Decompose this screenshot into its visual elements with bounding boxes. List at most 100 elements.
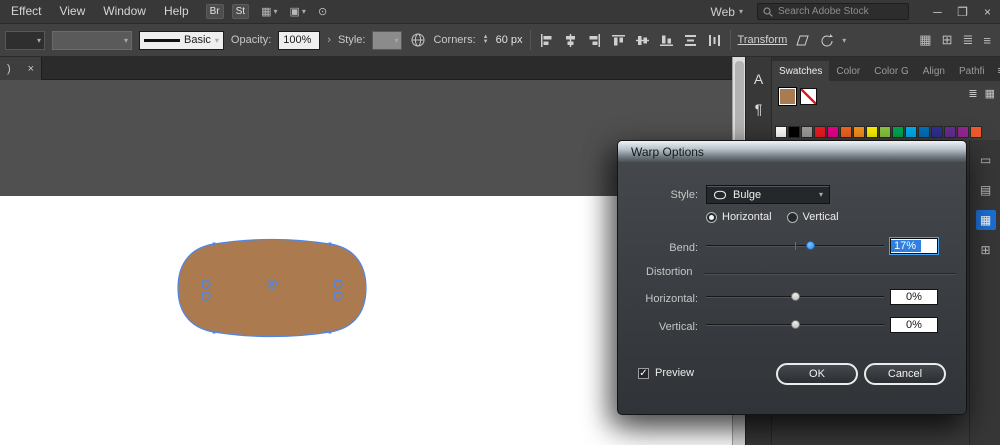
horizontal-distortion-handle[interactable] — [791, 292, 800, 301]
graphic-style-dropdown[interactable]: ▾ — [372, 30, 403, 50]
menu-view[interactable]: View — [50, 0, 94, 23]
align-top-icon[interactable] — [610, 32, 627, 49]
swatch[interactable] — [775, 126, 787, 138]
menu-help[interactable]: Help — [155, 0, 198, 23]
shape-grid-icon[interactable]: ▦ — [919, 32, 931, 48]
close-tab-icon[interactable]: × — [28, 63, 34, 75]
swatch[interactable] — [853, 126, 865, 138]
document-tab[interactable]: ) × — [0, 57, 42, 80]
list-view-icon[interactable]: ≣ — [968, 87, 977, 100]
artboards-panel-icon[interactable]: ▭ — [976, 150, 996, 170]
chevron-down-icon[interactable]: ▾ — [842, 36, 846, 45]
grid-view-icon[interactable]: ▦ — [985, 87, 995, 100]
swatch[interactable] — [827, 126, 839, 138]
cancel-button[interactable]: Cancel — [864, 363, 946, 385]
swatch[interactable] — [905, 126, 917, 138]
chevron-down-icon: ▾ — [214, 35, 219, 45]
isolate-icon[interactable]: ⊞ — [942, 32, 953, 48]
stacking-icon[interactable]: ≣ — [963, 32, 974, 48]
bend-label: Bend: — [669, 242, 698, 254]
minimize-button[interactable]: ─ — [925, 0, 950, 24]
bridge-icon[interactable]: Br — [205, 4, 224, 19]
swatch[interactable] — [801, 126, 813, 138]
opacity-label[interactable]: Opacity: — [231, 34, 271, 46]
bend-value-field[interactable]: 17% — [890, 238, 938, 254]
document-setup-globe-icon[interactable] — [409, 32, 426, 49]
menu-effect[interactable]: Effect — [2, 0, 50, 23]
fill-preview-dropdown[interactable]: ▾ — [52, 30, 132, 50]
distribute-horizontal-icon[interactable] — [706, 32, 723, 49]
corners-stepper[interactable]: ▲ ▼ — [483, 34, 489, 45]
swatch[interactable] — [879, 126, 891, 138]
search-input[interactable]: Search Adobe Stock — [757, 3, 909, 20]
corners-value[interactable]: 60 px — [496, 34, 523, 46]
selected-bulge-shape[interactable] — [170, 234, 374, 342]
panel-menu-icon[interactable]: ≡ — [983, 33, 991, 48]
vertical-distortion-slider[interactable] — [706, 317, 884, 333]
layers-panel-icon[interactable]: ▤ — [976, 180, 996, 200]
distortion-label: Distortion — [646, 266, 693, 278]
align-bottom-icon[interactable] — [658, 32, 675, 49]
swatch[interactable] — [931, 126, 943, 138]
arrange-documents-icon[interactable]: ▦ ▾ — [261, 5, 277, 18]
preview-checkbox-row[interactable]: ✓ Preview — [638, 367, 694, 379]
variable-width-dropdown[interactable]: ▾ — [5, 30, 45, 50]
brush-definition-dropdown[interactable]: Basic ▾ — [139, 30, 224, 50]
tab-color-guide[interactable]: Color G — [867, 61, 915, 81]
horizontal-radio[interactable]: Horizontal — [706, 211, 772, 223]
swatch[interactable] — [944, 126, 956, 138]
swatch[interactable] — [840, 126, 852, 138]
restore-button[interactable]: ❐ — [950, 0, 975, 24]
distribute-vertical-icon[interactable] — [682, 32, 699, 49]
gpu-performance-icon[interactable]: ⊙ — [318, 5, 327, 18]
vertical-distortion-field[interactable]: 0% — [890, 317, 938, 333]
align-left-icon[interactable] — [538, 32, 555, 49]
horizontal-distortion-field[interactable]: 0% — [890, 289, 938, 305]
swatch[interactable] — [970, 126, 982, 138]
close-button[interactable]: × — [975, 0, 1000, 24]
swatch[interactable] — [866, 126, 878, 138]
screen-mode-icon[interactable]: ▣ ▾ — [290, 5, 306, 18]
workspace-switcher[interactable]: Web ▾ — [711, 5, 743, 19]
align-right-icon[interactable] — [586, 32, 603, 49]
tab-align[interactable]: Align — [916, 61, 952, 81]
swatch[interactable] — [814, 126, 826, 138]
align-horizontal-center-icon[interactable] — [562, 32, 579, 49]
opacity-value-dropdown[interactable]: 100% — [278, 30, 321, 50]
libraries-panel-icon[interactable]: ▦ — [975, 210, 996, 230]
asset-export-panel-icon[interactable]: ⊞ — [976, 240, 996, 260]
horizontal-distortion-slider[interactable] — [706, 289, 884, 305]
bend-slider-handle[interactable] — [806, 241, 816, 250]
corners-label[interactable]: Corners: — [433, 34, 475, 46]
none-swatch[interactable] — [800, 88, 817, 105]
document-tab-label: ) — [7, 62, 11, 75]
preview-checkbox[interactable]: ✓ — [638, 367, 649, 379]
rotate-icon[interactable] — [818, 32, 835, 49]
swatch[interactable] — [957, 126, 969, 138]
current-fill-swatch[interactable] — [779, 88, 796, 105]
stock-icon[interactable]: St — [231, 4, 250, 19]
vertical-distortion-handle[interactable] — [791, 320, 800, 329]
tab-pathfinder[interactable]: Pathfi — [952, 61, 992, 81]
ok-button[interactable]: OK — [776, 363, 858, 385]
dialog-title-bar[interactable]: Warp Options — [618, 141, 966, 162]
shear-icon[interactable] — [794, 32, 811, 49]
vertical-radio[interactable]: Vertical — [786, 211, 839, 223]
swatch[interactable] — [788, 126, 800, 138]
tab-color[interactable]: Color — [829, 61, 867, 81]
vertical-radio-label: Vertical — [802, 211, 839, 223]
character-panel-icon[interactable]: A — [746, 71, 771, 87]
menu-window[interactable]: Window — [94, 0, 155, 23]
swatch[interactable] — [918, 126, 930, 138]
horizontal-radio-label: Horizontal — [722, 211, 772, 223]
swatch[interactable] — [892, 126, 904, 138]
paragraph-panel-icon[interactable]: ¶ — [746, 101, 771, 117]
expand-arrow-icon[interactable]: › — [327, 34, 331, 46]
panel-menu-icon[interactable]: ≡ — [992, 65, 1000, 81]
transform-link[interactable]: Transform — [738, 34, 788, 46]
bend-slider[interactable] — [706, 238, 884, 254]
align-vertical-center-icon[interactable] — [634, 32, 651, 49]
divider — [729, 30, 731, 50]
warp-style-dropdown[interactable]: Bulge ▾ — [706, 185, 830, 204]
tab-swatches[interactable]: Swatches — [772, 61, 830, 81]
